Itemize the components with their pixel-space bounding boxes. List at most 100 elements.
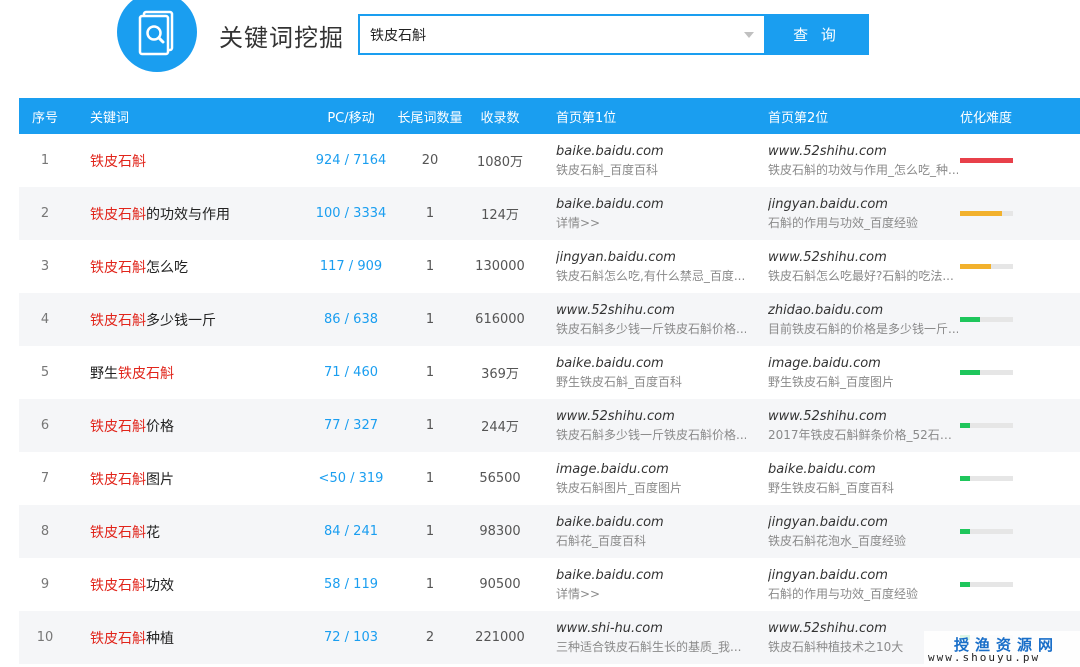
top1-snippet[interactable]: 三种适合铁皮石斛生长的基质_我... <box>556 638 746 656</box>
top2-snippet[interactable]: 目前铁皮石斛的价格是多少钱一斤... <box>768 320 958 338</box>
keyword-highlight: 铁皮石斛 <box>90 153 146 170</box>
row-pc-mobile[interactable]: 86 / 638 <box>309 293 393 346</box>
top1-site[interactable]: jingyan.baidu.com <box>556 249 746 267</box>
top1-snippet[interactable]: 石斛花_百度百科 <box>556 532 746 550</box>
top1-snippet[interactable]: 野生铁皮石斛_百度百科 <box>556 373 746 391</box>
top2-site[interactable]: www.52shihu.com <box>768 249 958 267</box>
row-pc-mobile[interactable]: 72 / 103 <box>309 611 393 664</box>
row-top2[interactable]: zhidao.baidu.com 目前铁皮石斛的价格是多少钱一斤... <box>746 293 958 346</box>
top2-snippet[interactable]: 石斛的作用与功效_百度经验 <box>768 585 958 603</box>
query-button[interactable]: 查 询 <box>764 14 869 55</box>
keyword-search-input[interactable] <box>370 26 730 43</box>
row-top2[interactable]: jingyan.baidu.com 石斛的作用与功效_百度经验 <box>746 187 958 240</box>
keyword-highlight: 铁皮石斛 <box>90 418 146 435</box>
keyword-suffix: 的功效与作用 <box>146 206 230 223</box>
row-top2[interactable]: www.52shihu.com 2017年铁皮石斛鲜条价格_52石斛网 <box>746 399 958 452</box>
row-pc-mobile[interactable]: 58 / 119 <box>309 558 393 611</box>
top1-site[interactable]: www.52shihu.com <box>556 302 746 320</box>
row-pc-mobile[interactable]: 77 / 327 <box>309 399 393 452</box>
top1-site[interactable]: image.baidu.com <box>556 461 746 479</box>
search-document-icon <box>138 10 174 56</box>
top1-snippet[interactable]: 铁皮石斛多少钱一斤铁皮石斛价格... <box>556 320 746 338</box>
top1-site[interactable]: baike.baidu.com <box>556 196 746 214</box>
top2-snippet[interactable]: 铁皮石斛花泡水_百度经验 <box>768 532 958 550</box>
row-keyword[interactable]: 铁皮石斛多少钱一斤 <box>71 293 309 346</box>
row-top1[interactable]: www.shi-hu.com 三种适合铁皮石斛生长的基质_我... <box>533 611 746 664</box>
row-top1[interactable]: baike.baidu.com 石斛花_百度百科 <box>533 505 746 558</box>
row-keyword[interactable]: 铁皮石斛种植 <box>71 611 309 664</box>
row-keyword[interactable]: 铁皮石斛花 <box>71 505 309 558</box>
keyword-prefix: 野生 <box>90 365 118 382</box>
row-keyword[interactable]: 铁皮石斛 <box>71 134 309 187</box>
row-keyword[interactable]: 铁皮石斛价格 <box>71 399 309 452</box>
row-keyword[interactable]: 铁皮石斛怎么吃 <box>71 240 309 293</box>
top1-site[interactable]: baike.baidu.com <box>556 355 746 373</box>
keyword-highlight: 铁皮石斛 <box>90 259 146 276</box>
top1-snippet[interactable]: 铁皮石斛_百度百科 <box>556 161 746 179</box>
row-top2[interactable]: www.52shihu.com 铁皮石斛怎么吃最好?石斛的吃法... <box>746 240 958 293</box>
row-top1[interactable]: baike.baidu.com 详情>> <box>533 187 746 240</box>
row-top1[interactable]: jingyan.baidu.com 铁皮石斛怎么吃,有什么禁忌_百度... <box>533 240 746 293</box>
top2-site[interactable]: baike.baidu.com <box>768 461 958 479</box>
keyword-highlight: 铁皮石斛 <box>90 312 146 329</box>
keyword-highlight: 铁皮石斛 <box>118 365 174 382</box>
row-indexed: 98300 <box>479 524 521 539</box>
top2-snippet[interactable]: 野生铁皮石斛_百度图片 <box>768 373 958 391</box>
row-pc-mobile[interactable]: 117 / 909 <box>309 240 393 293</box>
top2-snippet[interactable]: 野生铁皮石斛_百度百科 <box>768 479 958 497</box>
top1-snippet[interactable]: 详情>> <box>556 585 746 603</box>
top1-snippet[interactable]: 铁皮石斛怎么吃,有什么禁忌_百度... <box>556 267 746 285</box>
row-pc-mobile[interactable]: 71 / 460 <box>309 346 393 399</box>
row-top1[interactable]: www.52shihu.com 铁皮石斛多少钱一斤铁皮石斛价格... <box>533 293 746 346</box>
top1-snippet[interactable]: 详情>> <box>556 214 746 232</box>
row-keyword[interactable]: 铁皮石斛图片 <box>71 452 309 505</box>
row-pc-mobile[interactable]: <50 / 319 <box>309 452 393 505</box>
row-top1[interactable]: baike.baidu.com 铁皮石斛_百度百科 <box>533 134 746 187</box>
row-keyword[interactable]: 铁皮石斛功效 <box>71 558 309 611</box>
row-top2[interactable]: jingyan.baidu.com 铁皮石斛花泡水_百度经验 <box>746 505 958 558</box>
top1-site[interactable]: www.52shihu.com <box>556 408 746 426</box>
keyword-suffix: 多少钱一斤 <box>146 312 216 329</box>
dropdown-arrow-icon[interactable] <box>744 32 754 38</box>
row-top1[interactable]: baike.baidu.com 野生铁皮石斛_百度百科 <box>533 346 746 399</box>
row-top2[interactable]: baike.baidu.com 野生铁皮石斛_百度百科 <box>746 452 958 505</box>
watermark-url: www.shouyu.pw <box>928 651 1041 664</box>
row-top2[interactable]: www.52shihu.com 铁皮石斛的功效与作用_怎么吃_种... <box>746 134 958 187</box>
row-pc-mobile[interactable]: 100 / 3334 <box>309 187 393 240</box>
row-top1[interactable]: image.baidu.com 铁皮石斛图片_百度图片 <box>533 452 746 505</box>
top2-snippet[interactable]: 铁皮石斛怎么吃最好?石斛的吃法... <box>768 267 958 285</box>
row-indexed: 90500 <box>479 577 521 592</box>
top2-snippet[interactable]: 2017年铁皮石斛鲜条价格_52石斛网 <box>768 426 958 444</box>
top1-site[interactable]: www.shi-hu.com <box>556 620 746 638</box>
row-pc-mobile[interactable]: 84 / 241 <box>309 505 393 558</box>
top2-snippet[interactable]: 铁皮石斛的功效与作用_怎么吃_种... <box>768 161 958 179</box>
top2-site[interactable]: www.52shihu.com <box>768 143 958 161</box>
row-pc-mobile[interactable]: 924 / 7164 <box>309 134 393 187</box>
top1-site[interactable]: baike.baidu.com <box>556 143 746 161</box>
top1-snippet[interactable]: 铁皮石斛图片_百度图片 <box>556 479 746 497</box>
row-top1[interactable]: baike.baidu.com 详情>> <box>533 558 746 611</box>
row-keyword[interactable]: 野生铁皮石斛 <box>71 346 309 399</box>
row-top2[interactable]: jingyan.baidu.com 石斛的作用与功效_百度经验 <box>746 558 958 611</box>
keyword-search-box[interactable] <box>358 14 764 55</box>
row-top2[interactable]: image.baidu.com 野生铁皮石斛_百度图片 <box>746 346 958 399</box>
top2-site[interactable]: zhidao.baidu.com <box>768 302 958 320</box>
top1-site[interactable]: baike.baidu.com <box>556 514 746 532</box>
keyword-suffix: 功效 <box>146 577 174 594</box>
top1-site[interactable]: baike.baidu.com <box>556 567 746 585</box>
column-header-keyword: 关键词 <box>90 110 130 126</box>
top1-snippet[interactable]: 铁皮石斛多少钱一斤铁皮石斛价格... <box>556 426 746 444</box>
row-top1[interactable]: www.52shihu.com 铁皮石斛多少钱一斤铁皮石斛价格... <box>533 399 746 452</box>
top2-snippet[interactable]: 石斛的作用与功效_百度经验 <box>768 214 958 232</box>
top2-site[interactable]: jingyan.baidu.com <box>768 196 958 214</box>
table-row: 5 野生铁皮石斛 71 / 460 1 369万 baike.baidu.com… <box>19 346 1080 399</box>
table-row: 1 铁皮石斛 924 / 7164 20 1080万 baike.baidu.c… <box>19 134 1080 187</box>
top2-site[interactable]: www.52shihu.com <box>768 408 958 426</box>
difficulty-bar-track <box>960 317 1013 322</box>
top2-site[interactable]: jingyan.baidu.com <box>768 514 958 532</box>
keyword-highlight: 铁皮石斛 <box>90 206 146 223</box>
difficulty-bar-track <box>960 370 1013 375</box>
top2-site[interactable]: jingyan.baidu.com <box>768 567 958 585</box>
top2-site[interactable]: image.baidu.com <box>768 355 958 373</box>
row-keyword[interactable]: 铁皮石斛的功效与作用 <box>71 187 309 240</box>
